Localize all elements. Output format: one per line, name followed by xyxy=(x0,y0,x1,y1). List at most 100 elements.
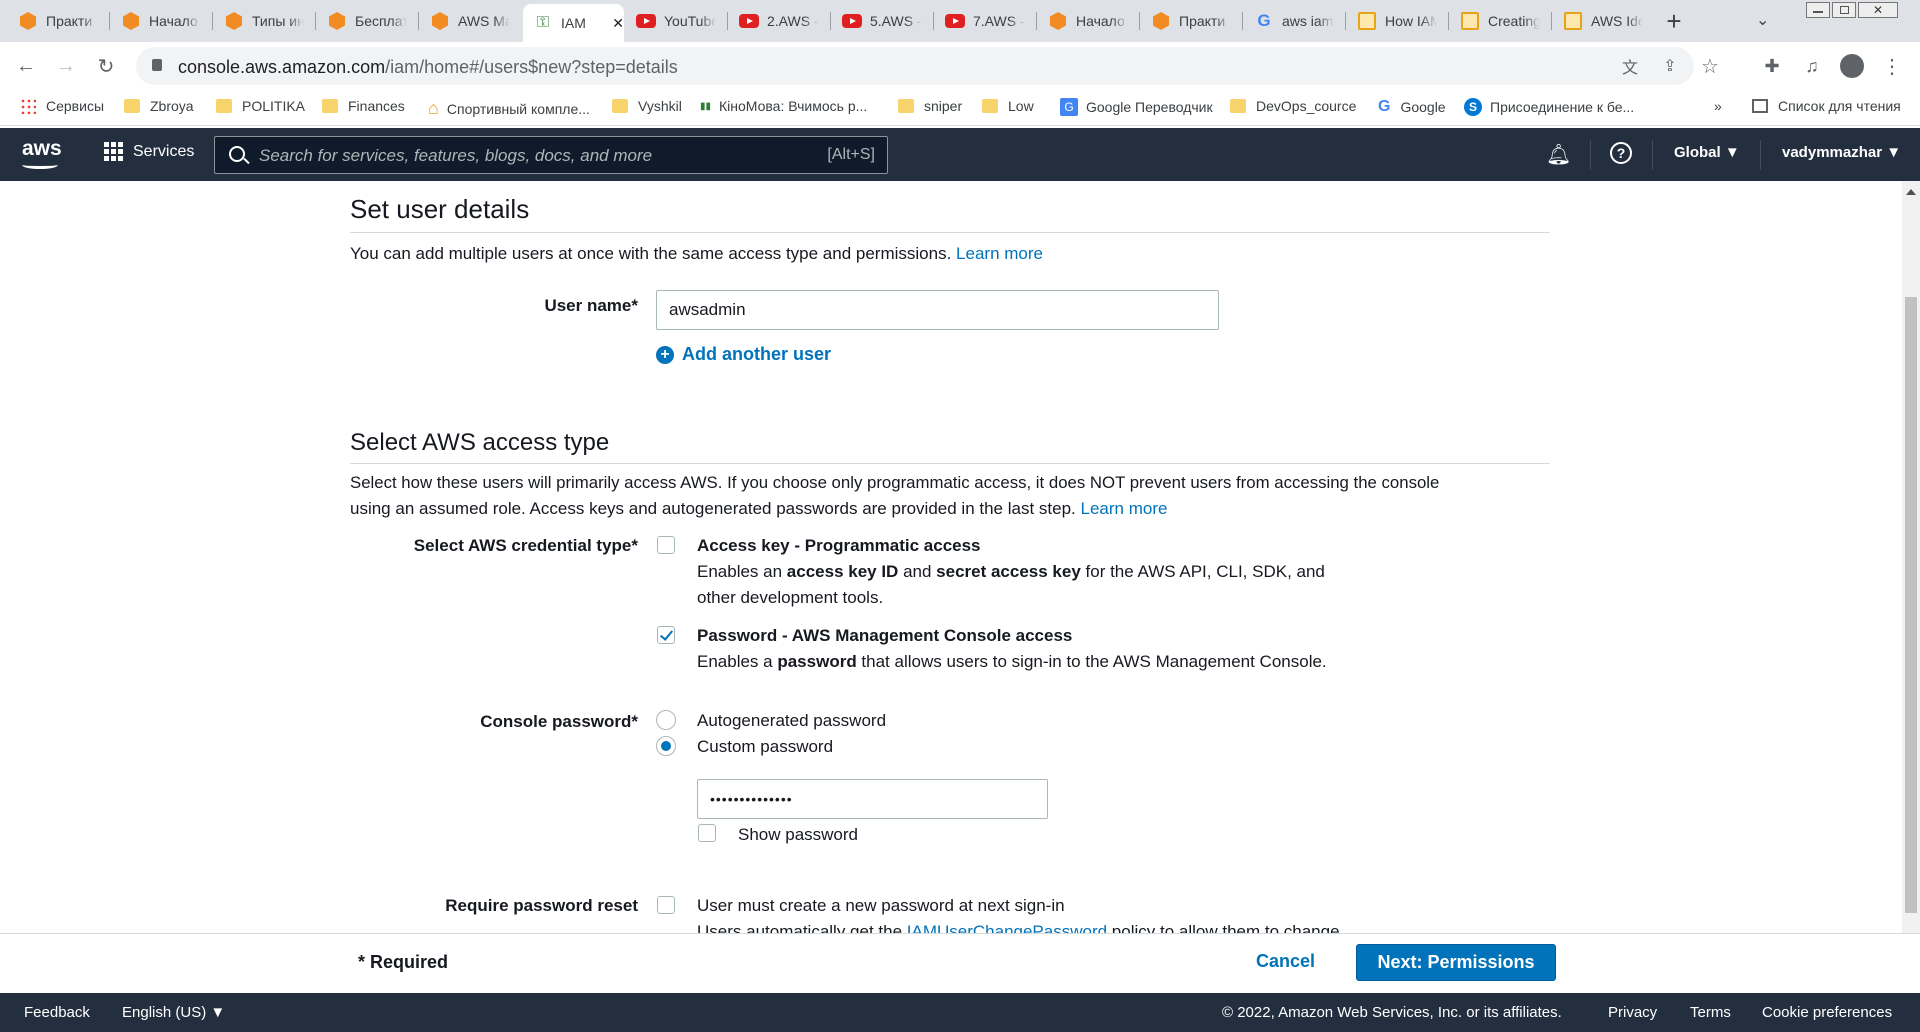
tab-search-icon[interactable]: ⌄ xyxy=(1756,10,1769,30)
scroll-up-arrow[interactable] xyxy=(1906,189,1916,195)
youtube-icon xyxy=(739,11,759,31)
restore-button[interactable] xyxy=(1832,2,1856,18)
privacy-link[interactable]: Privacy xyxy=(1608,1004,1657,1021)
console-access-title[interactable]: Password - AWS Management Console access xyxy=(697,623,1072,649)
desc-part: secret access key xyxy=(936,562,1081,581)
browser-tab[interactable]: AWS Ma xyxy=(420,6,521,36)
browser-menu-icon[interactable]: ⋮ xyxy=(1876,50,1908,82)
bookmark-item[interactable]: DevOps_cource xyxy=(1230,98,1356,114)
desc-part: Enables a xyxy=(697,652,778,671)
browser-tab[interactable]: YouTube xyxy=(626,6,727,36)
bookmarks-more[interactable]: » xyxy=(1714,98,1722,114)
browser-tab-title: Бесплат xyxy=(355,13,407,29)
bookmark-item[interactable]: ⌂ Спортивный компле... xyxy=(428,98,590,119)
programmatic-access-checkbox[interactable] xyxy=(657,536,675,554)
help-icon[interactable]: ? xyxy=(1610,142,1632,164)
autogenerated-password-radio[interactable] xyxy=(656,710,676,730)
browser-tab[interactable]: Начало xyxy=(111,6,212,36)
browser-tab[interactable]: How IAM xyxy=(1347,6,1448,36)
close-tab-icon[interactable]: ✕ xyxy=(612,15,624,32)
browser-tab[interactable]: Creating xyxy=(1450,6,1551,36)
back-icon[interactable]: ← xyxy=(10,50,42,82)
media-icon[interactable]: ♫ xyxy=(1796,50,1828,82)
browser-tab[interactable]: Практи xyxy=(8,6,109,36)
forward-icon[interactable]: → xyxy=(50,50,82,82)
key-icon: ⚿ xyxy=(536,14,550,31)
notifications-bell-icon[interactable]: 🔔︎ xyxy=(1546,142,1571,167)
console-access-checkbox[interactable] xyxy=(657,626,675,644)
browser-tab-title: 7.AWS - xyxy=(973,13,1025,29)
cancel-button[interactable]: Cancel xyxy=(1256,951,1315,972)
browser-tab[interactable]: Бесплат xyxy=(317,6,418,36)
bookmark-item[interactable]: G Google xyxy=(1378,98,1446,116)
browser-tab[interactable]: Практи xyxy=(1141,6,1242,36)
iam-change-password-link[interactable]: IAMUserChangePassword xyxy=(907,922,1107,933)
bookmark-item[interactable]: ▮▮ КіноМова: Вчимось р... xyxy=(700,98,867,114)
browser-tab[interactable]: Gaws iam xyxy=(1244,6,1345,36)
bookmark-item[interactable]: Zbroya xyxy=(124,98,194,114)
browser-tab[interactable]: AWS Ide xyxy=(1553,6,1654,36)
skype-icon: S xyxy=(1464,98,1482,116)
aws-smile-icon xyxy=(22,161,58,169)
tab-separator xyxy=(933,12,934,30)
bookmark-item[interactable]: S Присоединение к бе... xyxy=(1464,98,1634,116)
bookmark-item[interactable]: Vyshkil xyxy=(612,98,682,114)
profile-avatar[interactable] xyxy=(1836,50,1868,82)
close-window-button[interactable]: ✕ xyxy=(1858,2,1898,18)
services-button[interactable]: Services xyxy=(104,142,194,161)
require-reset-checkbox[interactable] xyxy=(657,896,675,914)
access-learn-more-link[interactable]: Learn more xyxy=(1081,499,1168,518)
bookmark-item[interactable]: sniper xyxy=(898,98,962,114)
username-input[interactable]: awsadmin xyxy=(656,290,1219,330)
bookmark-item[interactable]: G Google Переводчик xyxy=(1060,98,1213,116)
bookmark-item[interactable]: Сервисы xyxy=(20,98,104,114)
region-selector[interactable]: Global ▼ xyxy=(1674,144,1740,161)
address-bar[interactable]: console.aws.amazon.com/iam/home#/users$n… xyxy=(136,47,1719,85)
require-reset-text[interactable]: User must create a new password at next … xyxy=(697,893,1065,919)
minimize-button[interactable] xyxy=(1806,2,1830,18)
browser-tab[interactable]: Типы ин xyxy=(214,6,315,36)
google-icon: G xyxy=(1378,98,1391,115)
bookmark-item[interactable]: Low xyxy=(982,98,1034,114)
new-tab-button[interactable]: + xyxy=(1658,6,1690,37)
details-learn-more-link[interactable]: Learn more xyxy=(956,244,1043,263)
account-menu[interactable]: vadymmazhar ▼ xyxy=(1782,144,1901,161)
bookmark-star-icon[interactable]: ☆ xyxy=(1694,50,1726,82)
console-search-input[interactable]: Search for services, features, blogs, do… xyxy=(214,136,888,174)
next-permissions-button[interactable]: Next: Permissions xyxy=(1356,944,1556,981)
reload-icon[interactable]: ↻ xyxy=(90,50,122,82)
aws-logo[interactable]: aws xyxy=(22,137,62,161)
cookie-preferences-link[interactable]: Cookie preferences xyxy=(1762,1004,1892,1021)
scrollbar-thumb[interactable] xyxy=(1905,297,1917,913)
custom-password-input[interactable]: •••••••••••••• xyxy=(697,779,1048,819)
translate-icon[interactable]: 文 xyxy=(1614,50,1646,82)
share-icon[interactable]: ⇪ xyxy=(1654,50,1686,82)
bookmark-item[interactable]: Finances xyxy=(322,98,405,114)
autogenerated-password-label[interactable]: Autogenerated password xyxy=(697,708,886,734)
language-selector[interactable]: English (US) ▼ xyxy=(122,1004,225,1021)
bookmark-item[interactable]: POLITIKA xyxy=(216,98,305,114)
feedback-link[interactable]: Feedback xyxy=(24,1004,90,1021)
browser-tab[interactable]: 2.AWS - xyxy=(729,6,830,36)
copyright-text: © 2022, Amazon Web Services, Inc. or its… xyxy=(1222,1004,1562,1021)
bookmark-label: Zbroya xyxy=(150,98,194,114)
reading-list-label: Список для чтения xyxy=(1778,98,1901,114)
terms-link[interactable]: Terms xyxy=(1690,1004,1731,1021)
url-host: console.aws.amazon.com xyxy=(178,57,386,77)
browser-tab[interactable]: 7.AWS - xyxy=(935,6,1036,36)
set-user-details-title: Set user details xyxy=(350,194,530,224)
browser-tab[interactable]: ⚿ IAM ✕ xyxy=(523,4,624,42)
add-another-user-button[interactable]: + Add another user xyxy=(656,344,831,365)
programmatic-access-title[interactable]: Access key - Programmatic access xyxy=(697,533,981,559)
folder-icon xyxy=(124,99,140,113)
show-password-checkbox[interactable] xyxy=(698,824,716,842)
page-scrollbar[interactable] xyxy=(1902,181,1920,933)
show-password-label[interactable]: Show password xyxy=(738,822,858,848)
reading-list-button[interactable]: Список для чтения xyxy=(1752,98,1901,114)
bookmark-label: Сервисы xyxy=(46,98,105,114)
browser-tab[interactable]: Начало xyxy=(1038,6,1139,36)
extensions-icon[interactable]: ✚ xyxy=(1756,50,1788,82)
custom-password-label[interactable]: Custom password xyxy=(697,734,833,760)
custom-password-radio[interactable] xyxy=(656,736,676,756)
browser-tab[interactable]: 5.AWS - xyxy=(832,6,933,36)
